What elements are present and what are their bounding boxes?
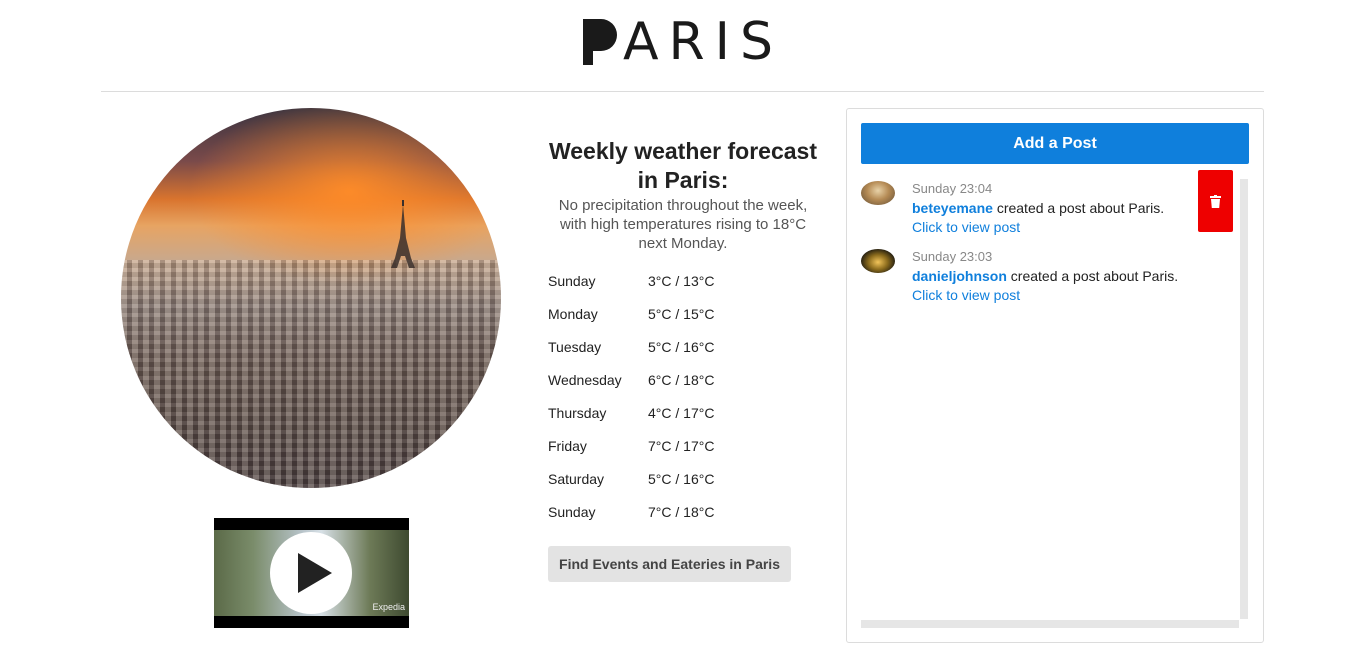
list-item: Sunday 23:04 beteyemane created a post a… xyxy=(861,170,1239,247)
forecast-day: Friday xyxy=(548,437,587,454)
weather-title: Weekly weather forecast in Paris: xyxy=(548,138,818,193)
forecast-temp: 7°C / 17°C xyxy=(648,437,715,454)
forecast-row: Tuesday 5°C / 16°C xyxy=(548,330,818,363)
forecast-day: Thursday xyxy=(548,404,607,421)
weather-summary: No precipitation throughout the week, wi… xyxy=(558,197,808,252)
header-divider xyxy=(101,91,1264,92)
horizontal-scrollbar[interactable] xyxy=(861,620,1239,628)
post-action-text: created a post about Paris. xyxy=(1006,268,1179,284)
posts-panel: Add a Post Sunday 23:04 beteyemane creat… xyxy=(846,108,1264,643)
forecast-row: Sunday 7°C / 18°C xyxy=(548,495,818,528)
video-thumbnail[interactable]: Expedia xyxy=(214,518,409,628)
forecast-row: Monday 5°C / 15°C xyxy=(548,297,818,330)
forecast-row: Wednesday 6°C / 18°C xyxy=(548,363,818,396)
paris-skyline-photo xyxy=(121,108,501,488)
forecast-row: Sunday 3°C / 13°C xyxy=(548,264,818,297)
avatar[interactable] xyxy=(861,249,895,273)
video-watermark: Expedia xyxy=(372,602,405,612)
post-action-text: created a post about Paris. xyxy=(992,200,1165,216)
post-description: danieljohnson created a post about Paris… xyxy=(912,268,1178,284)
forecast-day: Tuesday xyxy=(548,338,602,355)
forecast-day: Monday xyxy=(548,305,598,322)
view-post-link[interactable]: Click to view post xyxy=(912,219,1020,235)
forecast-row: Saturday 5°C / 16°C xyxy=(548,462,818,495)
posts-feed: Sunday 23:04 beteyemane created a post a… xyxy=(861,170,1239,315)
forecast-row: Thursday 4°C / 17°C xyxy=(548,396,818,429)
view-post-link[interactable]: Click to view post xyxy=(912,287,1020,303)
play-icon xyxy=(298,553,332,593)
forecast-temp: 5°C / 15°C xyxy=(648,305,715,322)
post-description: beteyemane created a post about Paris. xyxy=(912,200,1164,216)
forecast-temp: 6°C / 18°C xyxy=(648,371,715,388)
forecast-temp: 5°C / 16°C xyxy=(648,338,715,355)
logo-text: ARIS xyxy=(622,12,784,72)
add-post-button[interactable]: Add a Post xyxy=(861,123,1249,164)
post-username-link[interactable]: beteyemane xyxy=(912,200,993,216)
forecast-temp: 4°C / 17°C xyxy=(648,404,715,421)
play-button[interactable] xyxy=(270,532,352,614)
eiffel-tower-icon xyxy=(391,200,415,268)
forecast-table: Sunday 3°C / 13°C Monday 5°C / 15°C Tuesda… xyxy=(548,264,818,528)
site-logo[interactable]: ARIS xyxy=(0,14,1366,70)
forecast-temp: 3°C / 13°C xyxy=(648,272,715,289)
delete-post-button[interactable] xyxy=(1198,170,1233,232)
forecast-day: Sunday xyxy=(548,272,596,289)
post-username-link[interactable]: danieljohnson xyxy=(912,268,1007,284)
forecast-day: Saturday xyxy=(548,470,605,487)
forecast-temp: 5°C / 16°C xyxy=(648,470,715,487)
list-item: Sunday 23:03 danieljohnson created a pos… xyxy=(861,247,1239,315)
post-timestamp: Sunday 23:03 xyxy=(912,249,993,264)
forecast-temp: 7°C / 18°C xyxy=(648,503,715,520)
forecast-row: Friday 7°C / 17°C xyxy=(548,429,818,462)
p-letter-mark-icon xyxy=(582,19,617,65)
forecast-day: Sunday xyxy=(548,503,596,520)
vertical-scrollbar[interactable] xyxy=(1240,179,1248,619)
forecast-day: Wednesday xyxy=(548,371,622,388)
trash-icon xyxy=(1210,194,1221,208)
post-timestamp: Sunday 23:04 xyxy=(912,181,993,196)
find-events-button[interactable]: Find Events and Eateries in Paris xyxy=(548,546,791,582)
avatar[interactable] xyxy=(861,181,895,205)
